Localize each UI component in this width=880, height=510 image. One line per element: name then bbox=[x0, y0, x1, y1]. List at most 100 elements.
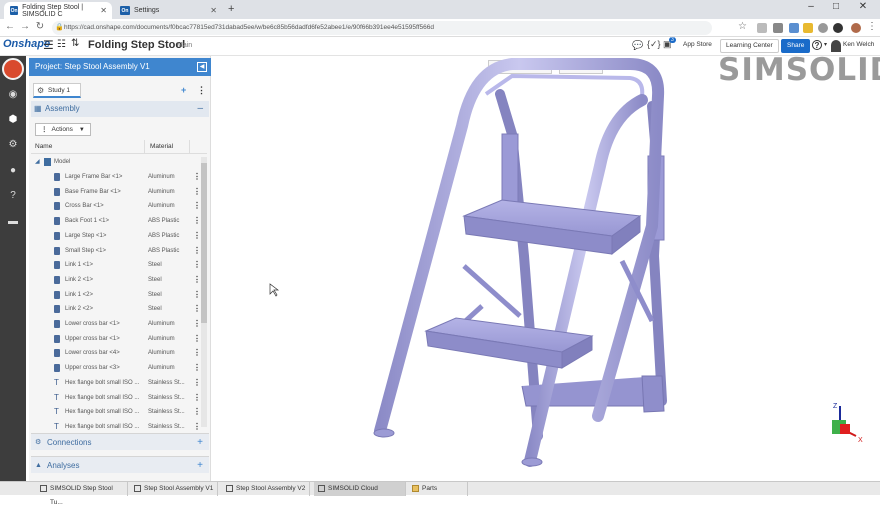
minimize-button[interactable]: – bbox=[800, 1, 822, 12]
part-menu-icon[interactable]: ⋮ bbox=[193, 199, 201, 214]
collapse-section-icon[interactable]: – bbox=[197, 101, 203, 117]
name-column-header[interactable]: Name bbox=[35, 143, 52, 150]
reload-icon[interactable]: ↻ bbox=[34, 21, 46, 32]
assembly-section-header[interactable]: ▦ Assembly – bbox=[31, 101, 209, 117]
part-menu-icon[interactable]: ⋮ bbox=[193, 346, 201, 361]
tree-row-part[interactable]: Upper cross bar <3> Aluminum ⋮ bbox=[31, 361, 201, 376]
extension-icon[interactable] bbox=[833, 23, 843, 33]
close-tab-icon[interactable]: ✕ bbox=[100, 6, 107, 15]
connections-section[interactable]: ⚙ Connections + bbox=[31, 433, 209, 450]
taskbar-item[interactable]: SIMSOLID Step Stool Tu... bbox=[36, 482, 128, 506]
part-menu-icon[interactable]: ⋮ bbox=[193, 332, 201, 347]
tree-row-part[interactable]: Lower cross bar <4> Aluminum ⋮ bbox=[31, 346, 201, 361]
chevron-down-icon[interactable]: ▾ bbox=[824, 41, 827, 48]
tree-row-part[interactable]: Base Frame Bar <1> Aluminum ⋮ bbox=[31, 185, 201, 200]
feature-list-icon[interactable]: ☷ bbox=[57, 39, 66, 50]
material-column-header[interactable]: Material bbox=[150, 143, 173, 150]
chat-icon[interactable]: ▬ bbox=[6, 215, 20, 229]
part-menu-icon[interactable]: ⋮ bbox=[193, 302, 201, 317]
document-title[interactable]: Folding Step Stool bbox=[88, 39, 185, 51]
maximize-button[interactable]: □ bbox=[825, 1, 847, 12]
app-store-button[interactable]: App Store bbox=[678, 39, 717, 53]
tree-scrollbar[interactable] bbox=[201, 157, 207, 427]
extension-icon[interactable] bbox=[789, 23, 799, 33]
part-menu-icon[interactable]: ⋮ bbox=[193, 361, 201, 376]
part-menu-icon[interactable]: ⋮ bbox=[193, 391, 201, 406]
help-icon[interactable]: ? bbox=[812, 40, 822, 50]
learning-center-button[interactable]: Learning Center bbox=[720, 39, 779, 53]
extension-icon[interactable] bbox=[773, 23, 783, 33]
extension-icon[interactable] bbox=[757, 23, 767, 33]
tree-row-part[interactable]: Link 1 <1> Steel ⋮ bbox=[31, 258, 201, 273]
share-button[interactable]: Share bbox=[781, 39, 811, 53]
part-menu-icon[interactable]: ⋮ bbox=[193, 273, 201, 288]
user-avatar-icon[interactable] bbox=[831, 40, 841, 52]
expand-arrow-icon[interactable]: ◢ bbox=[35, 155, 40, 170]
column-divider bbox=[144, 140, 145, 154]
part-menu-icon[interactable]: ⋮ bbox=[193, 229, 201, 244]
part-menu-icon[interactable]: ⋮ bbox=[193, 376, 201, 391]
profile-avatar-icon[interactable] bbox=[851, 23, 861, 33]
settings-gear-icon[interactable]: ⚙ bbox=[6, 138, 20, 152]
tree-row-part[interactable]: Large Step <1> ABS Plastic ⋮ bbox=[31, 229, 201, 244]
extension-icon[interactable] bbox=[803, 23, 813, 33]
tree-row-part[interactable]: Large Frame Bar <1> Aluminum ⋮ bbox=[31, 170, 201, 185]
taskbar-item[interactable]: Step Stool Assembly V1 bbox=[130, 482, 218, 496]
new-tab-button[interactable]: + bbox=[228, 3, 234, 15]
user-name[interactable]: Ken Welch bbox=[843, 41, 874, 48]
tree-row-part[interactable]: T Hex flange bolt small ISO ... Stainless … bbox=[31, 391, 201, 406]
tree-row-model[interactable]: ◢ Model bbox=[31, 155, 201, 170]
browser-tab-folding-step-stool[interactable]: On Folding Step Stool | SIMSOLID C ✕ bbox=[4, 2, 112, 19]
taskbar-item-active[interactable]: SIMSOLID Cloud bbox=[314, 482, 406, 496]
study-tab[interactable]: ⚙ Study 1 bbox=[33, 83, 81, 98]
simsolid-logo-icon[interactable] bbox=[2, 58, 24, 80]
comments-icon[interactable]: 💬 bbox=[632, 40, 643, 51]
browser-menu-icon[interactable]: ⋮ bbox=[867, 21, 877, 32]
tree-row-part[interactable]: Lower cross bar <1> Aluminum ⋮ bbox=[31, 317, 201, 332]
hamburger-menu-icon[interactable]: ☰ bbox=[43, 38, 54, 52]
scrollbar-thumb[interactable] bbox=[201, 163, 207, 323]
tree-row-part[interactable]: Link 2 <2> Steel ⋮ bbox=[31, 302, 201, 317]
variable-icon[interactable]: {✓} bbox=[647, 39, 661, 50]
back-arrow-icon[interactable]: ← bbox=[4, 21, 16, 32]
insert-icon[interactable]: ⇅ bbox=[71, 38, 79, 49]
tree-row-part[interactable]: Link 1 <2> Steel ⋮ bbox=[31, 288, 201, 303]
part-menu-icon[interactable]: ⋮ bbox=[193, 244, 201, 259]
project-cube-icon[interactable]: ⬢ bbox=[6, 113, 20, 127]
tree-row-part[interactable]: Back Foot 1 <1> ABS Plastic ⋮ bbox=[31, 214, 201, 229]
tree-row-part[interactable]: Small Step <1> ABS Plastic ⋮ bbox=[31, 244, 201, 259]
analyses-section[interactable]: ▲ Analyses + bbox=[31, 456, 209, 473]
close-window-button[interactable]: ✕ bbox=[852, 1, 874, 12]
part-menu-icon[interactable]: ⋮ bbox=[193, 317, 201, 332]
actions-dropdown[interactable]: ⋮ Actions ▼ bbox=[35, 123, 91, 136]
study-menu-icon[interactable]: ⋮ bbox=[197, 85, 206, 96]
tree-row-part[interactable]: Cross Bar <1> Aluminum ⋮ bbox=[31, 199, 201, 214]
part-menu-icon[interactable]: ⋮ bbox=[193, 288, 201, 303]
help-icon[interactable]: ? bbox=[6, 189, 20, 203]
add-connection-icon[interactable]: + bbox=[197, 434, 203, 451]
taskbar-item[interactable]: Parts bbox=[408, 482, 468, 496]
part-menu-icon[interactable]: ⋮ bbox=[193, 170, 201, 185]
url-field[interactable]: https://cad.onshape.com/documents/f0bcac… bbox=[52, 21, 712, 35]
part-menu-icon[interactable]: ⋮ bbox=[193, 185, 201, 200]
collapse-panel-icon[interactable]: ◀ bbox=[197, 62, 207, 72]
part-menu-icon[interactable]: ⋮ bbox=[193, 258, 201, 273]
forward-arrow-icon[interactable]: → bbox=[19, 21, 31, 32]
add-analysis-icon[interactable]: + bbox=[197, 457, 203, 474]
browser-tab-settings[interactable]: On Settings ✕ bbox=[114, 2, 222, 19]
tree-row-part[interactable]: Upper cross bar <1> Aluminum ⋮ bbox=[31, 332, 201, 347]
tree-row-part[interactable]: Link 2 <1> Steel ⋮ bbox=[31, 273, 201, 288]
part-menu-icon[interactable]: ⋮ bbox=[193, 405, 201, 420]
step-stool-model[interactable]: Z X bbox=[212, 56, 880, 481]
part-menu-icon[interactable]: ⋮ bbox=[193, 214, 201, 229]
bookmark-star-icon[interactable]: ☆ bbox=[738, 21, 747, 32]
3d-viewport[interactable]: ▯ Display options ▾ 👁 Views ▾ Z X bbox=[212, 56, 880, 481]
tree-row-part[interactable]: T Hex flange bolt small ISO ... Stainless … bbox=[31, 405, 201, 420]
tree-row-part[interactable]: T Hex flange bolt small ISO ... Stainless … bbox=[31, 376, 201, 391]
user-icon[interactable]: ● bbox=[6, 164, 20, 178]
extension-icon[interactable] bbox=[818, 23, 828, 33]
close-tab-icon[interactable]: ✕ bbox=[210, 6, 217, 15]
add-study-icon[interactable]: + bbox=[181, 85, 186, 95]
taskbar-item[interactable]: Step Stool Assembly V2 bbox=[222, 482, 310, 496]
dashboard-icon[interactable]: ◉ bbox=[6, 88, 20, 102]
